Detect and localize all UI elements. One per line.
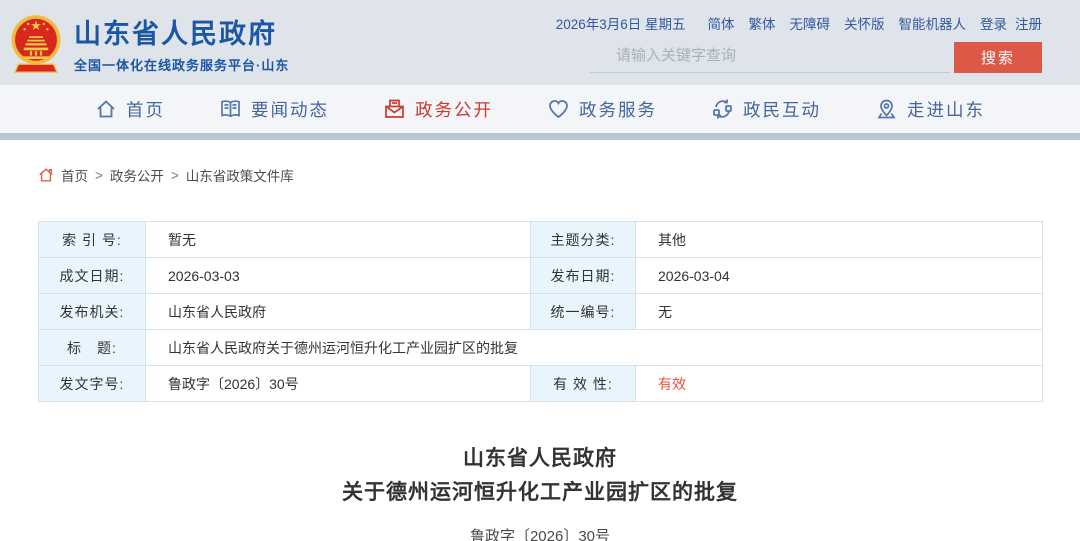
publish-date-value: 2026-03-04 [635, 257, 1043, 294]
publisher-value: 山东省人民政府 [145, 293, 531, 330]
site-header: 山东省人民政府 全国一体化在线政务服务平台·山东 2026年3月6日 星期五 简… [0, 0, 1080, 85]
index-number-label: 索 引 号: [38, 221, 146, 258]
site-subtitle: 全国一体化在线政务服务平台·山东 [74, 57, 290, 73]
unified-number-label: 统一编号: [530, 293, 636, 330]
nav-divider-band [0, 133, 1080, 140]
site-title: 山东省人民政府 [74, 18, 277, 49]
validity-label: 有 效 性: [530, 365, 636, 402]
document-info-table: 索 引 号: 暂无 主题分类: 其他 成文日期: 2026-03-03 发布日期… [38, 221, 1043, 402]
nav-item-gov-disclosure[interactable]: 政务公开 [383, 97, 493, 122]
nav-label: 政务公开 [415, 99, 493, 120]
link-register[interactable]: 注册 [1015, 13, 1042, 33]
link-login[interactable]: 登录 [980, 13, 1007, 33]
written-date-value: 2026-03-03 [145, 257, 531, 294]
header-right: 2026年3月6日 星期五 简体 繁体 无障碍 关怀版 智能机器人 登录 注册 … [556, 0, 1042, 85]
breadcrumb-gov-disclosure[interactable]: 政务公开 [110, 165, 164, 185]
site-brand: 山东省人民政府 全国一体化在线政务服务平台·山东 [8, 0, 289, 85]
title-value: 山东省人民政府关于德州运河恒升化工产业园扩区的批复 [145, 329, 1043, 366]
written-date-label: 成文日期: [38, 257, 146, 294]
breadcrumb-home[interactable]: 首页 [61, 165, 88, 185]
table-row: 标 题: 山东省人民政府关于德州运河恒升化工产业园扩区的批复 [38, 329, 1043, 366]
link-smart-robot[interactable]: 智能机器人 [899, 13, 967, 33]
publish-date-label: 发布日期: [530, 257, 636, 294]
nav-item-home[interactable]: 首页 [95, 97, 165, 122]
link-simplified[interactable]: 简体 [708, 13, 735, 33]
link-care-version[interactable]: 关怀版 [844, 13, 885, 33]
book-icon [221, 100, 240, 118]
national-emblem-icon [11, 14, 61, 73]
title-label: 标 题: [38, 329, 146, 366]
nav-label: 政民互动 [743, 99, 821, 120]
doc-number-label: 发文字号: [38, 365, 146, 402]
unified-number-value: 无 [635, 293, 1043, 330]
table-row: 发布机关: 山东省人民政府 统一编号: 无 [38, 293, 1043, 330]
nav-label: 首页 [126, 99, 165, 120]
link-accessibility[interactable]: 无障碍 [790, 13, 831, 33]
nav-label: 走进山东 [907, 99, 985, 120]
doc-number-value: 鲁政字〔2026〕30号 [145, 365, 531, 402]
breadcrumb-policy-library[interactable]: 山东省政策文件库 [186, 165, 294, 185]
map-pin-icon [877, 99, 896, 119]
document-heading: 山东省人民政府 关于德州运河恒升化工产业园扩区的批复 鲁政字〔2026〕30号 [38, 442, 1042, 541]
main-content: 首页 > 政务公开 > 山东省政策文件库 索 引 号: 暂无 主题分类: 其他 … [0, 140, 1080, 541]
table-row: 发文字号: 鲁政字〔2026〕30号 有 效 性: 有效 [38, 365, 1043, 402]
header-utility-bar: 2026年3月6日 星期五 简体 繁体 无障碍 关怀版 智能机器人 登录 注册 [556, 13, 1042, 33]
nav-item-gov-services[interactable]: 政务服务 [547, 97, 657, 122]
search-button[interactable]: 搜索 [954, 42, 1042, 73]
breadcrumb-home-icon [39, 168, 53, 182]
interaction-icon [713, 99, 732, 119]
topic-category-value: 其他 [635, 221, 1043, 258]
index-number-value: 暂无 [145, 221, 531, 258]
nav-item-interaction[interactable]: 政民互动 [711, 97, 821, 122]
nav-item-about-shandong[interactable]: 走进山东 [875, 97, 985, 122]
breadcrumb-separator: > [95, 167, 103, 183]
nav-label: 要闻动态 [251, 99, 329, 120]
publisher-label: 发布机关: [38, 293, 146, 330]
search-bar: 搜索 [590, 41, 1042, 73]
validity-value: 有效 [635, 365, 1043, 402]
main-nav: 首页 要闻动态 政务公开 政务服务 政民互动 走进山东 [0, 85, 1080, 133]
table-row: 索 引 号: 暂无 主题分类: 其他 [38, 221, 1043, 258]
nav-label: 政务服务 [579, 99, 657, 120]
breadcrumb-separator: > [170, 167, 179, 183]
home-icon [97, 100, 115, 118]
search-input[interactable] [590, 41, 950, 73]
document-number: 鲁政字〔2026〕30号 [469, 528, 611, 541]
current-date: 2026年3月6日 星期五 [555, 17, 686, 32]
envelope-icon [385, 99, 404, 118]
document-title-line1: 山东省人民政府 [463, 447, 617, 470]
link-traditional[interactable]: 繁体 [749, 13, 776, 33]
nav-item-news[interactable]: 要闻动态 [219, 97, 329, 122]
topic-category-label: 主题分类: [530, 221, 636, 258]
breadcrumb: 首页 > 政务公开 > 山东省政策文件库 [38, 140, 1042, 185]
table-row: 成文日期: 2026-03-03 发布日期: 2026-03-04 [38, 257, 1043, 294]
heart-icon [549, 100, 568, 119]
document-title-line2: 关于德州运河恒升化工产业园扩区的批复 [342, 481, 738, 504]
